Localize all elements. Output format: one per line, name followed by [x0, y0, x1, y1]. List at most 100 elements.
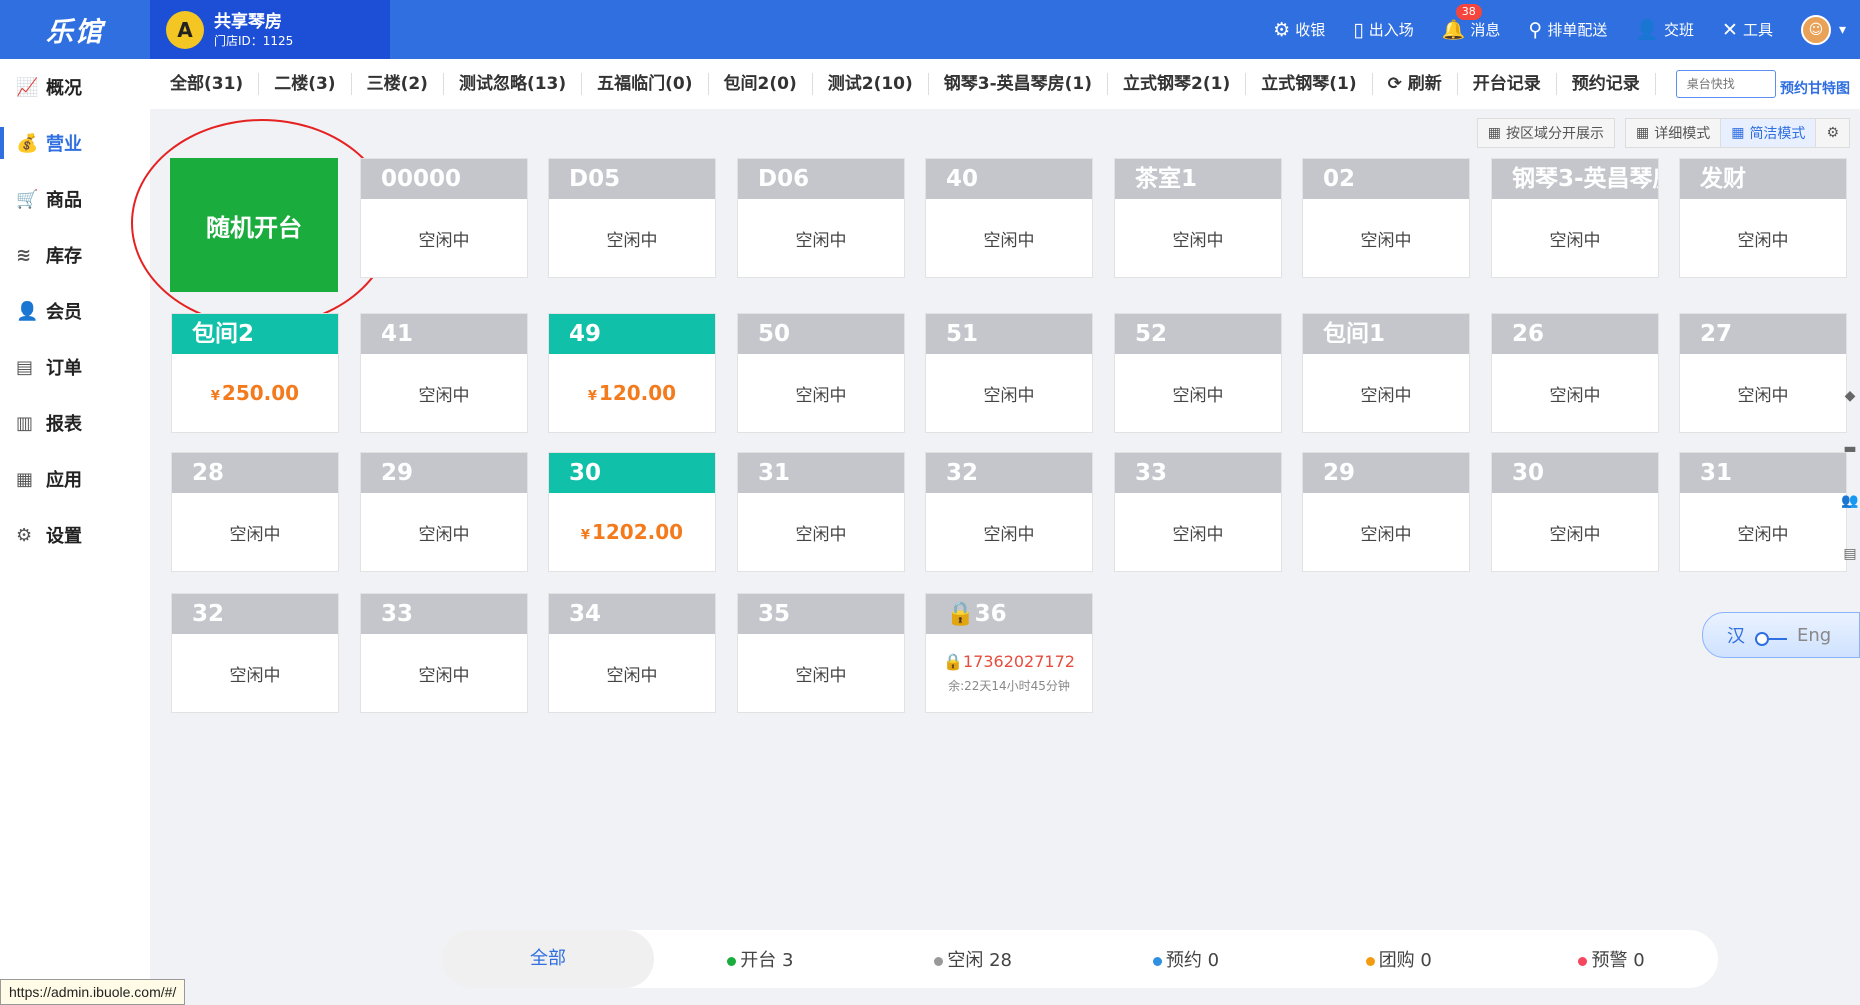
room-card[interactable]: 00000 空闲中	[360, 158, 528, 278]
room-card[interactable]: 茶室1 空闲中	[1114, 158, 1282, 278]
brand-logo[interactable]: 乐馆	[0, 0, 150, 59]
room-card[interactable]: 33 空闲中	[360, 593, 528, 713]
room-card[interactable]: 26 空闲中	[1491, 313, 1659, 433]
sidebar-item-members[interactable]: 👤 会员	[0, 283, 150, 339]
sidebar-item-orders[interactable]: ▤ 订单	[0, 339, 150, 395]
area-tab[interactable]: 测试2(10)	[813, 73, 929, 95]
room-card[interactable]: 30 ¥1202.00	[548, 452, 716, 572]
topnav-dispatch[interactable]: ⚲ 排单配送	[1528, 19, 1607, 41]
sidebar-item-overview[interactable]: 📈 概况	[0, 59, 150, 115]
room-card[interactable]: 52 空闲中	[1114, 313, 1282, 433]
open-records-button[interactable]: 开台记录	[1458, 73, 1557, 95]
idle-status: 空闲中	[795, 665, 847, 686]
area-tab[interactable]: 立式钢琴(1)	[1246, 73, 1373, 95]
room-card[interactable]: 32 空闲中	[925, 452, 1093, 572]
sidebar-item-apps[interactable]: ▦ 应用	[0, 451, 150, 507]
detail-mode-button[interactable]: ▦ 详细模式	[1624, 118, 1722, 148]
sidebar-item-goods[interactable]: 🛒 商品	[0, 171, 150, 227]
user-icon: 👤	[16, 300, 39, 322]
right-toolbar: ◆ ▬ 👥 ▤	[1840, 370, 1860, 580]
room-card[interactable]: 33 空闲中	[1114, 452, 1282, 572]
sidebar-item-business[interactable]: 💰 营业	[0, 115, 150, 171]
user-avatar[interactable]: ☺	[1800, 14, 1831, 45]
gantt-link[interactable]: 预约甘特图	[1780, 78, 1850, 98]
room-card[interactable]: 28 空闲中	[171, 452, 339, 572]
sidebar-item-inventory[interactable]: ≋ 库存	[0, 227, 150, 283]
search-input[interactable]	[1675, 70, 1776, 98]
room-name-text: 钢琴3-英昌琴房	[1512, 166, 1658, 192]
filter-reserve[interactable]: 预约 0	[1080, 946, 1293, 972]
idle-status: 空闲中	[418, 230, 470, 251]
area-tab[interactable]: 立式钢琴2(1)	[1108, 73, 1247, 95]
room-card[interactable]: 35 空闲中	[737, 593, 905, 713]
filter-all[interactable]: 全部	[442, 930, 654, 988]
filter-idle[interactable]: 空闲 28	[867, 946, 1080, 972]
area-tab[interactable]: 五福临门(0)	[582, 73, 709, 95]
area-tab[interactable]: 包间2(0)	[709, 73, 813, 95]
sidebar-item-reports[interactable]: ▥ 报表	[0, 395, 150, 451]
area-tab[interactable]: 测试忽略(13)	[444, 73, 583, 95]
room-status: 空闲中	[1303, 199, 1469, 277]
room-card[interactable]: 包间2 ¥250.00	[171, 313, 339, 433]
room-card[interactable]: 02 空闲中	[1302, 158, 1470, 278]
room-card[interactable]: 钢琴3-英昌琴房空闲中	[1491, 158, 1659, 278]
topnav-door[interactable]: ▯ 出入场	[1353, 19, 1413, 41]
room-name: 茶室1	[1115, 159, 1281, 199]
room-card[interactable]: 32 空闲中	[171, 593, 339, 713]
room-card[interactable]: 41 空闲中	[360, 313, 528, 433]
room-status: 空闲中	[1680, 493, 1846, 571]
room-status: 🔒17362027172 余:22天14小时45分钟	[926, 634, 1092, 712]
settings-button[interactable]: ⚙	[1816, 118, 1850, 148]
room-card[interactable]: D06 空闲中	[737, 158, 905, 278]
sidebar-item-label: 订单	[46, 358, 82, 379]
room-name-text: 茶室1	[1135, 166, 1198, 192]
topnav-shift[interactable]: 👤 交班	[1635, 18, 1694, 41]
users-icon[interactable]: 👥	[1841, 493, 1858, 509]
area-tab[interactable]: 三楼(2)	[352, 73, 444, 95]
area-tab[interactable]: 钢琴3-英昌琴房(1)	[929, 73, 1109, 95]
filter-group[interactable]: 团购 0	[1292, 946, 1505, 972]
room-card[interactable]: 发财 空闲中	[1679, 158, 1847, 278]
area-tab[interactable]: 全部(31)	[170, 73, 260, 95]
room-card[interactable]: 30 空闲中	[1491, 452, 1659, 572]
random-open-button[interactable]: 随机开台	[170, 158, 338, 292]
printer-icon[interactable]: ▤	[1843, 546, 1856, 562]
room-card[interactable]: 51 空闲中	[925, 313, 1093, 433]
room-amount: ¥120.00	[588, 381, 676, 405]
region-mode-button[interactable]: ▦ 按区域分开展示	[1476, 118, 1615, 148]
room-status: 空闲中	[1303, 493, 1469, 571]
room-card[interactable]: 29 空闲中	[1302, 452, 1470, 572]
sidebar-item-label: 商品	[46, 190, 82, 211]
topnav-bell[interactable]: 🔔 消息 38	[1442, 4, 1500, 41]
topnav-cashier[interactable]: ⚙ 收银	[1273, 19, 1325, 41]
room-status: 空闲中	[738, 634, 904, 712]
shift-icon: 👤	[1635, 19, 1660, 41]
room-card[interactable]: 29 空闲中	[360, 452, 528, 572]
layers-icon[interactable]: ◆	[1845, 388, 1856, 404]
room-card[interactable]: D05 空闲中	[548, 158, 716, 278]
filter-open[interactable]: 开台 3	[654, 946, 867, 972]
topnav-tools[interactable]: ✕ 工具	[1722, 19, 1773, 41]
chevron-down-icon[interactable]: ▾	[1839, 22, 1846, 38]
room-card[interactable]: 🔒36 🔒17362027172 余:22天14小时45分钟	[925, 593, 1093, 713]
sidebar-item-settings[interactable]: ⚙ 设置	[0, 507, 150, 563]
room-card[interactable]: 40 空闲中	[925, 158, 1093, 278]
refresh-button[interactable]: ⟳ 刷新	[1373, 73, 1458, 95]
room-card[interactable]: 50 空闲中	[737, 313, 905, 433]
language-toggle[interactable]: 汉 Eng	[1702, 612, 1860, 658]
area-tab[interactable]: 二楼(3)	[259, 73, 352, 95]
filter-alert[interactable]: 预警 0	[1505, 946, 1718, 972]
desk-icon[interactable]: ▬	[1843, 441, 1856, 457]
store-switcher[interactable]: A 共享琴房 门店ID：1125	[150, 0, 390, 59]
room-card[interactable]: 31 空闲中	[1679, 452, 1847, 572]
room-card[interactable]: 34 空闲中	[548, 593, 716, 713]
room-card[interactable]: 49 ¥120.00	[548, 313, 716, 433]
apps-icon: ▦	[16, 468, 34, 490]
reserve-records-button[interactable]: 预约记录	[1557, 73, 1656, 95]
room-card[interactable]: 31 空闲中	[737, 452, 905, 572]
room-card[interactable]: 包间1 空闲中	[1302, 313, 1470, 433]
topnav-label: 出入场	[1368, 21, 1414, 39]
currency-symbol: ¥	[210, 389, 220, 404]
room-card[interactable]: 27 空闲中	[1679, 313, 1847, 433]
simple-mode-button[interactable]: ▦ 简洁模式	[1721, 118, 1817, 148]
